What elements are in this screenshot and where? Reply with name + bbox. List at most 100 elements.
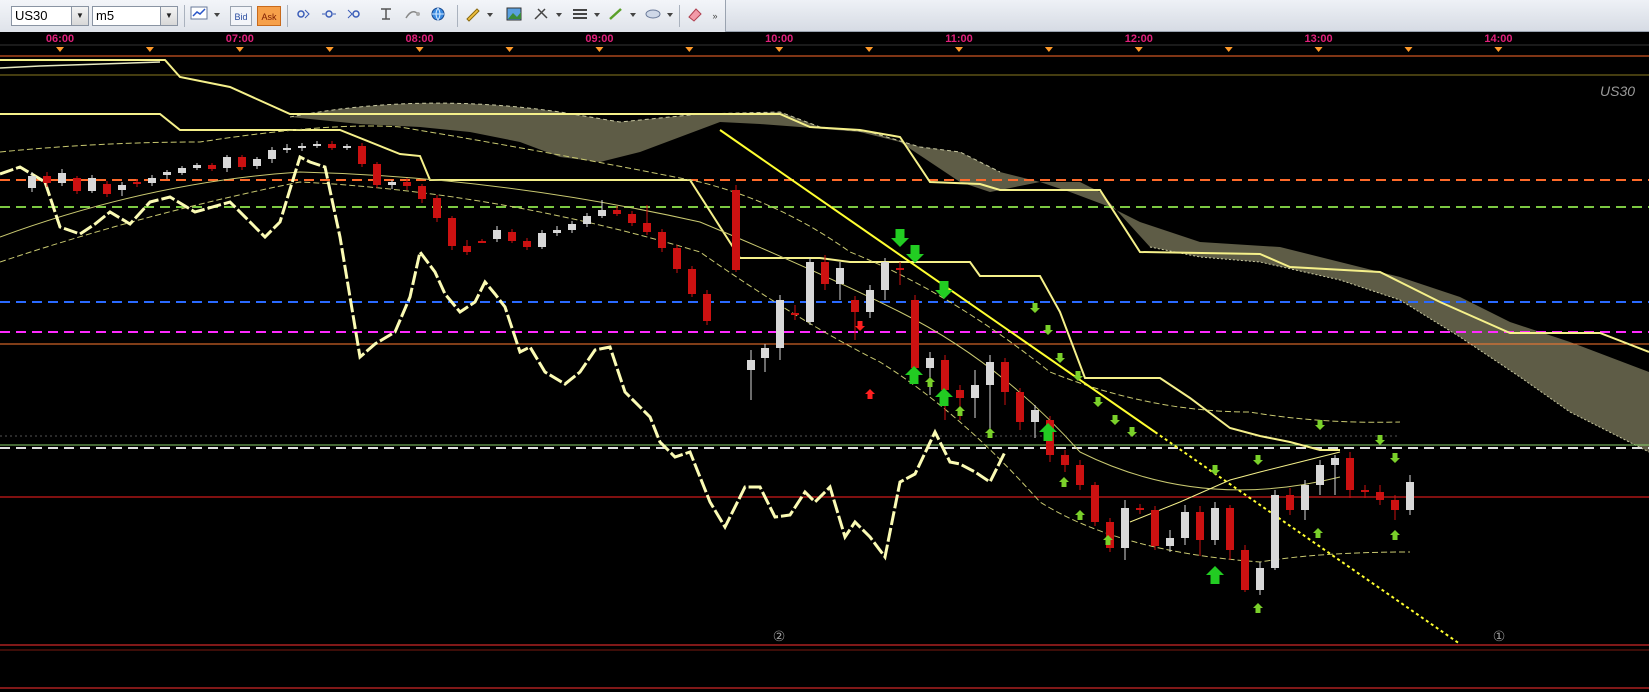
- candle-body: [866, 290, 874, 312]
- candle-body: [148, 178, 156, 183]
- candle-body: [448, 218, 456, 246]
- candle-body: [418, 186, 426, 199]
- candle-body: [926, 358, 934, 368]
- candle-body: [208, 165, 216, 169]
- symbol-select[interactable]: US30 ▼: [11, 6, 89, 26]
- candle-body: [1361, 490, 1369, 492]
- candle-body: [643, 223, 651, 232]
- timeframe-value: m5: [96, 8, 115, 23]
- chevron-down-icon[interactable]: ▼: [160, 7, 177, 25]
- candle-body: [1031, 410, 1039, 422]
- candle-body: [403, 182, 411, 186]
- pin-icon[interactable]: [375, 6, 397, 26]
- marker-1: ①: [1493, 629, 1506, 645]
- candle-body: [328, 144, 336, 148]
- price-chart[interactable]: 06:00 07:00 08:00 09:00 10:00 11:00 12:00 13:00…: [0, 32, 1649, 692]
- candle-body: [1331, 458, 1339, 465]
- candle-body: [118, 185, 126, 190]
- time-tick-label: 13:00: [1305, 33, 1333, 45]
- candle-body: [478, 241, 486, 243]
- tools-icon[interactable]: [530, 6, 552, 26]
- more-icon[interactable]: »: [708, 6, 722, 26]
- chart-toolbar: US30 ▼ m5 ▼ Bid Ask »: [0, 0, 1649, 32]
- pencil-icon[interactable]: [462, 6, 484, 26]
- candle-body: [1016, 392, 1024, 422]
- candle-body: [673, 248, 681, 269]
- candle-body: [163, 172, 171, 175]
- candle-body: [806, 262, 814, 322]
- candle-body: [463, 246, 471, 252]
- candle-body: [703, 294, 711, 321]
- candle-body: [493, 230, 501, 239]
- time-tick-label: 11:00: [945, 33, 973, 45]
- time-tick-label: 14:00: [1484, 33, 1512, 45]
- candle-body: [1301, 485, 1309, 510]
- compass-icon[interactable]: [401, 6, 423, 26]
- candle-body: [268, 150, 276, 159]
- candle-body: [343, 146, 351, 148]
- time-tick-label: 12:00: [1125, 33, 1153, 45]
- brush-icon[interactable]: [605, 6, 627, 26]
- eraser-icon[interactable]: [684, 6, 706, 26]
- marker-2: ②: [773, 629, 786, 645]
- shape-icon[interactable]: [642, 6, 664, 26]
- toolbar-group: US30 ▼ m5 ▼ Bid Ask »: [0, 0, 726, 32]
- chevron-down-icon[interactable]: ▼: [71, 7, 88, 25]
- candle-body: [283, 148, 291, 150]
- candle-body: [1271, 495, 1279, 568]
- candle-body: [1196, 512, 1204, 540]
- candle-body: [178, 168, 186, 173]
- candle-body: [223, 157, 231, 168]
- candle-body: [583, 216, 591, 224]
- candle-body: [1391, 500, 1399, 510]
- candle-body: [896, 268, 904, 270]
- candle-body: [1211, 508, 1219, 540]
- candle-body: [28, 176, 36, 188]
- candle-body: [88, 178, 96, 191]
- candle-body: [1316, 465, 1324, 485]
- crosshair-center-icon[interactable]: [318, 6, 340, 26]
- candle-body: [1061, 455, 1069, 465]
- candle-body: [193, 165, 201, 168]
- time-tick-label: 07:00: [226, 33, 254, 45]
- candle-body: [1136, 508, 1144, 510]
- candle-body: [911, 300, 919, 368]
- candle-body: [628, 214, 636, 223]
- candle-body: [986, 362, 994, 385]
- candle-body: [433, 198, 441, 218]
- candle-body: [133, 182, 141, 184]
- candle-body: [761, 348, 769, 358]
- crosshair-left-icon[interactable]: [292, 6, 314, 26]
- candle-body: [373, 164, 381, 185]
- candle-body: [103, 184, 111, 194]
- image-icon[interactable]: [503, 6, 525, 26]
- candle-body: [58, 173, 66, 183]
- candle-body: [1181, 512, 1189, 538]
- candle-body: [538, 233, 546, 247]
- candle-body: [568, 224, 576, 230]
- lines-icon[interactable]: [569, 6, 591, 26]
- candle-body: [523, 241, 531, 247]
- timeframe-select[interactable]: m5 ▼: [92, 6, 178, 26]
- candle-body: [358, 146, 366, 164]
- candle-body: [1001, 362, 1009, 392]
- candle-body: [1151, 510, 1159, 546]
- crosshair-right-icon[interactable]: [344, 6, 366, 26]
- candle-body: [1346, 458, 1354, 490]
- globe-icon[interactable]: [427, 6, 449, 26]
- candle-body: [1406, 482, 1414, 510]
- time-tick-label: 08:00: [406, 33, 434, 45]
- line-chart-icon[interactable]: [188, 6, 210, 26]
- ask-button[interactable]: Ask: [257, 6, 281, 26]
- candle-body: [43, 176, 51, 183]
- candle-body: [1256, 568, 1264, 590]
- symbol-value: US30: [15, 8, 48, 23]
- candle-body: [1076, 465, 1084, 485]
- candle-body: [1376, 492, 1384, 500]
- candle-body: [388, 182, 396, 185]
- candle-body: [1091, 485, 1099, 522]
- candle-body: [791, 313, 799, 315]
- bid-button[interactable]: Bid: [230, 6, 252, 26]
- candle-body: [73, 178, 81, 191]
- time-tick-label: 10:00: [765, 33, 793, 45]
